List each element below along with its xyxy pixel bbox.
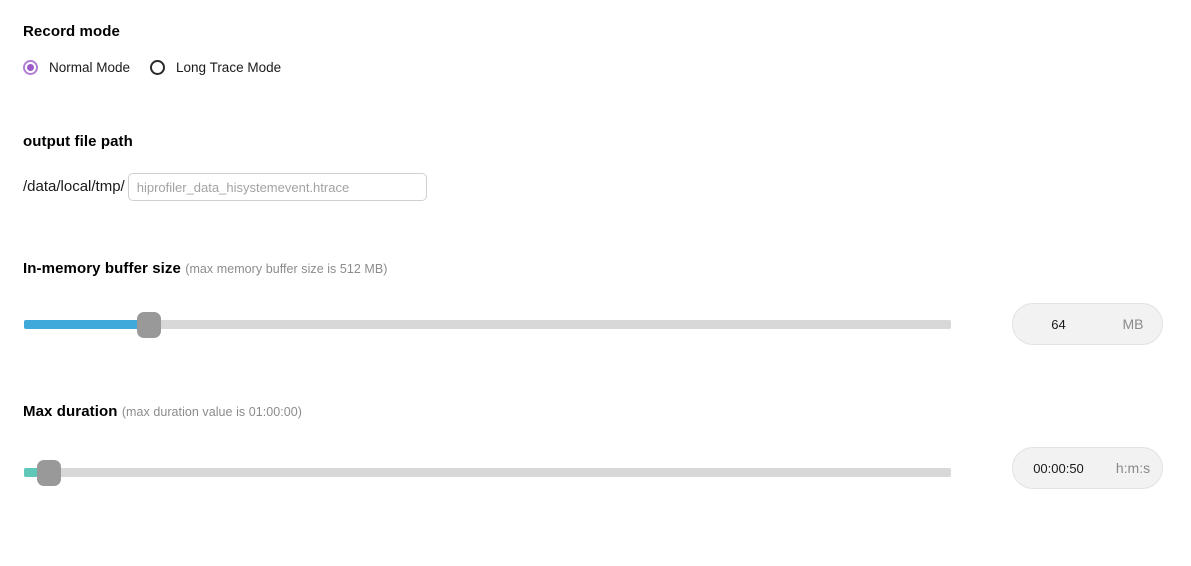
- output-file-path-row: /data/local/tmp/: [23, 173, 427, 201]
- output-file-path-title: output file path: [23, 133, 133, 150]
- buffer-size-title: In-memory buffer size (max memory buffer…: [23, 260, 387, 277]
- record-mode-radio-group: Normal Mode Long Trace Mode: [23, 60, 281, 75]
- output-file-name-input[interactable]: [127, 173, 427, 201]
- buffer-size-title-text: In-memory buffer size: [23, 260, 181, 277]
- max-duration-slider-track[interactable]: [24, 460, 951, 486]
- max-duration-value: 00:00:50: [1033, 460, 1084, 476]
- radio-option-long-trace-mode[interactable]: Long Trace Mode: [150, 60, 281, 75]
- buffer-size-slider-fill: [24, 320, 149, 329]
- max-duration-value-badge[interactable]: 00:00:50 h:m:s: [1012, 447, 1163, 489]
- max-duration-hint: (max duration value is 01:00:00): [121, 405, 302, 419]
- buffer-size-value: 64: [1051, 316, 1066, 332]
- buffer-size-unit: MB: [1122, 316, 1144, 332]
- output-path-prefix: /data/local/tmp/: [23, 178, 125, 195]
- buffer-size-value-badge[interactable]: 64 MB: [1012, 303, 1163, 345]
- buffer-size-slider-thumb[interactable]: [136, 312, 161, 338]
- radio-option-normal-mode[interactable]: Normal Mode: [23, 60, 130, 75]
- record-mode-title: Record mode: [23, 23, 120, 40]
- max-duration-unit: h:m:s: [1115, 460, 1151, 476]
- radio-unselected-icon[interactable]: [150, 60, 166, 75]
- radio-label-normal-mode: Normal Mode: [49, 60, 131, 75]
- max-duration-title: Max duration (max duration value is 01:0…: [23, 403, 302, 420]
- record-settings-panel: Record mode Normal Mode Long Trace Mode …: [0, 0, 1191, 566]
- buffer-size-slider-track[interactable]: [24, 312, 951, 338]
- radio-selected-icon[interactable]: [23, 60, 38, 75]
- buffer-size-hint: (max memory buffer size is 512 MB): [185, 262, 388, 276]
- max-duration-title-text: Max duration: [23, 403, 118, 420]
- radio-label-long-trace-mode: Long Trace Mode: [176, 60, 282, 75]
- max-duration-slider-thumb[interactable]: [36, 460, 61, 486]
